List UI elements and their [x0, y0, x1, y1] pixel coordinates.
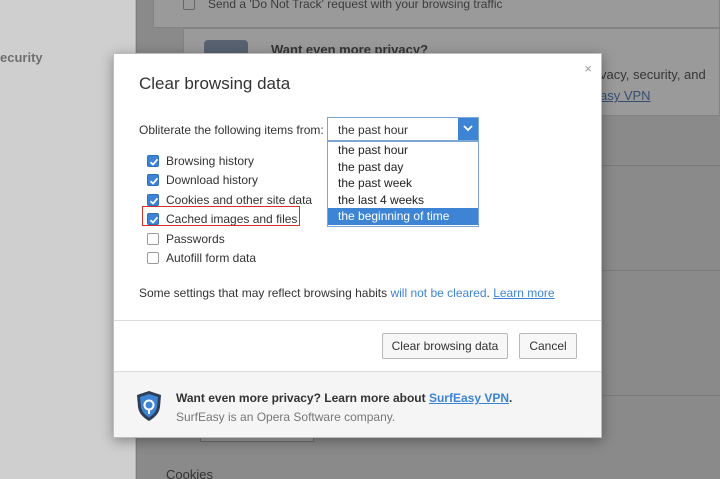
checkmark-icon	[149, 177, 159, 185]
download-history-checkbox[interactable]	[147, 174, 159, 187]
surfeasy-vpn-link[interactable]: SurfEasy VPN	[429, 391, 509, 405]
cancel-button[interactable]: Cancel	[519, 333, 577, 359]
autofill-item[interactable]: Autofill form data	[147, 249, 312, 269]
dropdown-option[interactable]: the past day	[328, 159, 478, 176]
browsing-history-checkbox[interactable]	[147, 154, 159, 167]
close-icon[interactable]: ×	[584, 61, 592, 76]
background-privacy-text: vacy, security, and asy VPN	[600, 64, 706, 106]
footer-privacy-text: Want even more privacy? Learn more about…	[176, 391, 512, 405]
background-cookies-heading: Cookies	[166, 467, 213, 479]
dropdown-option[interactable]: the past week	[328, 175, 478, 192]
footer-suffix: .	[509, 391, 513, 405]
time-range-value: the past hour	[338, 123, 409, 137]
highlight-box	[142, 206, 300, 226]
autofill-label: Autofill form data	[166, 251, 257, 266]
checkmark-icon	[149, 197, 159, 205]
cookies-label: Cookies and other site data	[166, 192, 313, 207]
note-prefix: Some settings that may reflect browsing …	[139, 286, 391, 300]
learn-more-link[interactable]: Learn more	[493, 286, 554, 300]
note-not-cleared: will not be cleared	[390, 286, 487, 300]
sidebar-item-security: ecurity	[0, 50, 43, 65]
autofill-checkbox[interactable]	[147, 252, 159, 265]
clear-browsing-data-dialog: Clear browsing data × Obliterate the fol…	[113, 53, 602, 438]
background-privacy-link: asy VPN	[600, 88, 651, 103]
dnt-checkbox	[183, 0, 195, 10]
time-range-select[interactable]: the past hour	[327, 117, 479, 141]
dropdown-option[interactable]: the last 4 weeks	[328, 192, 478, 209]
download-history-label: Download history	[166, 173, 259, 188]
passwords-checkbox[interactable]	[147, 232, 159, 245]
browsing-history-item[interactable]: Browsing history	[147, 151, 312, 171]
background-privacy-line: vacy, security, and	[600, 67, 706, 82]
download-history-item[interactable]: Download history	[147, 171, 312, 191]
clear-browsing-data-button[interactable]: Clear browsing data	[382, 333, 508, 359]
dialog-footer: Want even more privacy? Learn more about…	[114, 371, 601, 437]
surfeasy-shield-icon	[137, 391, 161, 421]
dropdown-option-selected[interactable]: the beginning of time	[328, 208, 478, 225]
footer-company-text: SurfEasy is an Opera Software company.	[176, 410, 396, 424]
dropdown-arrow-icon[interactable]	[458, 118, 478, 140]
obliterate-label: Obliterate the following items from:	[139, 123, 324, 137]
browsing-history-label: Browsing history	[166, 153, 255, 168]
dropdown-option[interactable]: the past hour	[328, 142, 478, 159]
dnt-setting: Send a 'Do Not Track' request with your …	[183, 0, 503, 11]
passwords-label: Passwords	[166, 231, 225, 246]
dialog-title: Clear browsing data	[139, 74, 291, 93]
cookies-checkbox[interactable]	[147, 193, 159, 206]
passwords-item[interactable]: Passwords	[147, 229, 312, 249]
settings-note: Some settings that may reflect browsing …	[139, 286, 555, 300]
dnt-label: Send a 'Do Not Track' request with your …	[208, 0, 503, 11]
time-range-dropdown-list: the past hour the past day the past week…	[327, 141, 479, 227]
footer-prefix: Want even more privacy? Learn more about	[176, 391, 429, 405]
checkmark-icon	[149, 158, 159, 166]
background-shield-icon	[204, 40, 248, 54]
dialog-divider	[114, 320, 601, 321]
footer-divider	[114, 371, 601, 372]
